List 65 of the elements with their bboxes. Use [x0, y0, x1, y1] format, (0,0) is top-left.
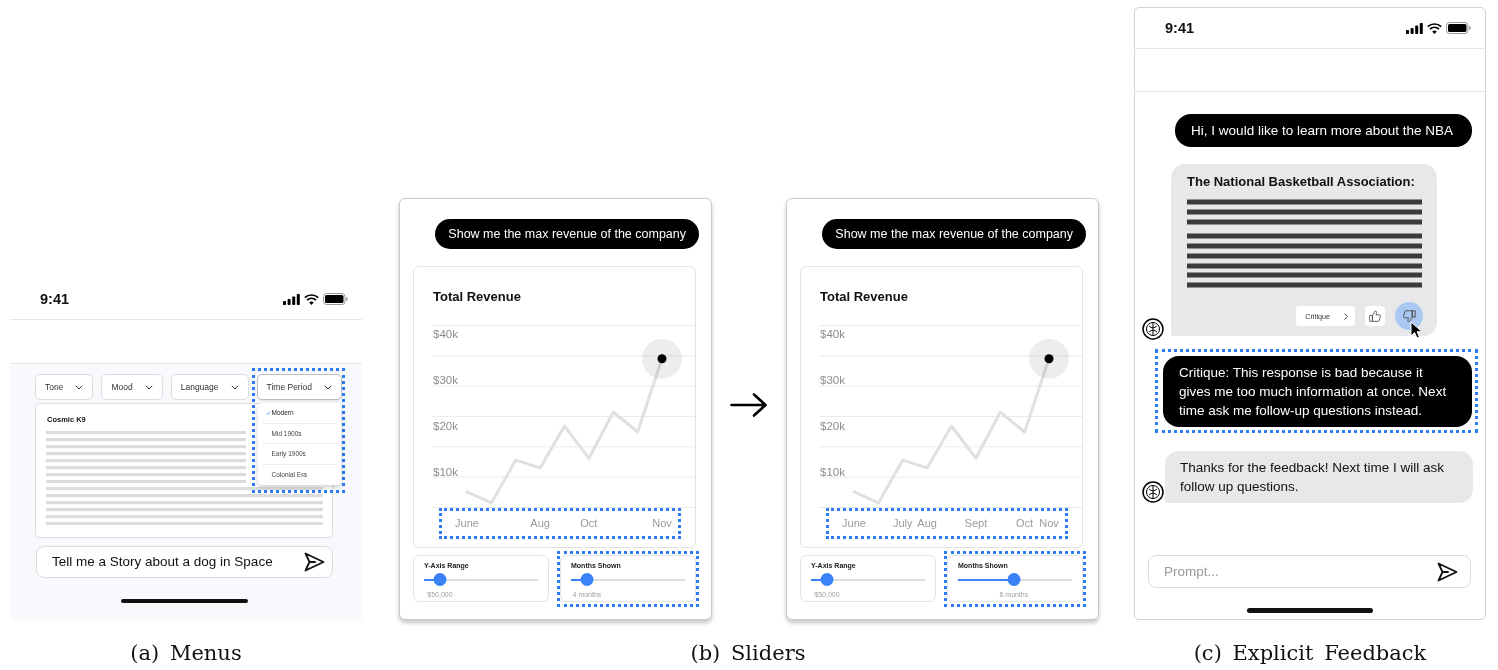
prompt-input[interactable]: Tell me a Story about a dog in Space	[52, 553, 303, 571]
y-axis-label: $30k	[820, 373, 845, 387]
user-message: Show me the max revenue of the company	[435, 219, 699, 249]
x-axis-label: June	[842, 516, 866, 531]
right-arrow-icon	[730, 392, 768, 418]
send-icon[interactable]	[303, 551, 325, 573]
x-axis-label: Aug	[917, 516, 937, 531]
figure-caption: (b) Sliders	[690, 640, 806, 666]
figure-caption: (a) Menus	[130, 640, 242, 666]
chevron-down-icon	[144, 384, 153, 390]
y-axis-label: $10k	[820, 465, 845, 480]
y-axis-label: $40k	[433, 326, 458, 341]
chevron-down-icon	[324, 384, 333, 390]
x-axis-label: Nov	[1039, 516, 1059, 531]
chart-title: Total Revenue	[433, 289, 521, 305]
user-message: Show me the max revenue of the company	[822, 219, 1086, 249]
user-message: Hi, I would like to learn more about the NBA	[1175, 114, 1472, 147]
slider-thumb[interactable]	[433, 573, 447, 586]
peak-point-marker	[1029, 338, 1069, 379]
send-icon[interactable]	[1436, 560, 1458, 583]
x-axis-label: June	[455, 516, 479, 531]
x-axis-label: Oct	[1016, 516, 1034, 531]
x-axis-label: Sept	[964, 516, 988, 531]
x-axis-label: Aug	[530, 516, 550, 531]
y-axis-label: $40k	[820, 326, 845, 341]
user-message: Critique: This response is bad because it gives me too much information at once. Next time ask me follow-up questions instead.	[1163, 356, 1472, 427]
x-axis-label: Oct	[580, 516, 598, 531]
response-title: The National Basketball Association:	[1187, 174, 1416, 190]
y-axis-label: $20k	[820, 419, 845, 434]
dropdown[interactable]: Time Period	[256, 374, 343, 400]
battery-icon	[323, 293, 348, 305]
dropdown[interactable]: Tone	[35, 374, 94, 400]
slider-thumb[interactable]	[820, 573, 834, 586]
chevron-down-icon	[75, 384, 84, 390]
signal-icon	[283, 293, 300, 305]
thumbs-up-button[interactable]	[1365, 306, 1385, 326]
slider-thumb[interactable]	[580, 573, 594, 586]
slider-thumb[interactable]	[1007, 573, 1021, 586]
battery-icon	[1446, 22, 1471, 34]
chevron-right-icon	[1344, 312, 1348, 320]
wifi-icon	[1427, 22, 1442, 34]
thumbs-down-icon	[1402, 309, 1416, 323]
x-axis-label: July	[892, 516, 913, 531]
bot-avatar-icon	[1142, 481, 1164, 503]
wifi-icon	[304, 293, 319, 305]
thumbs-up-icon	[1369, 310, 1381, 322]
peak-point-marker	[642, 338, 682, 379]
signal-icon	[1406, 22, 1423, 34]
bot-avatar-icon	[1142, 318, 1164, 340]
figure-caption: (c) Explicit Feedback	[1193, 640, 1427, 666]
prompt-bar[interactable]: Tell me a Story about a dog in Space	[36, 546, 333, 578]
status-time: 9:41	[40, 291, 70, 307]
chart-title: Total Revenue	[820, 289, 908, 305]
dropdown[interactable]: Mood	[101, 374, 163, 400]
y-axis-label: $10k	[433, 465, 458, 480]
y-axis-label: $30k	[433, 373, 458, 387]
chevron-down-icon	[230, 384, 239, 390]
prompt-input[interactable]: Prompt...	[1164, 562, 1436, 581]
status-time: 9:41	[1165, 20, 1195, 36]
x-axis-label: Nov	[652, 516, 672, 531]
prompt-bar[interactable]: Prompt...	[1148, 555, 1471, 588]
dropdown[interactable]: Language	[170, 374, 249, 400]
checkmark-icon	[265, 410, 271, 415]
y-axis-label: $20k	[433, 419, 458, 434]
assistant-message: Thanks for the feedback! Next time I will ask follow up questions.	[1165, 451, 1473, 503]
